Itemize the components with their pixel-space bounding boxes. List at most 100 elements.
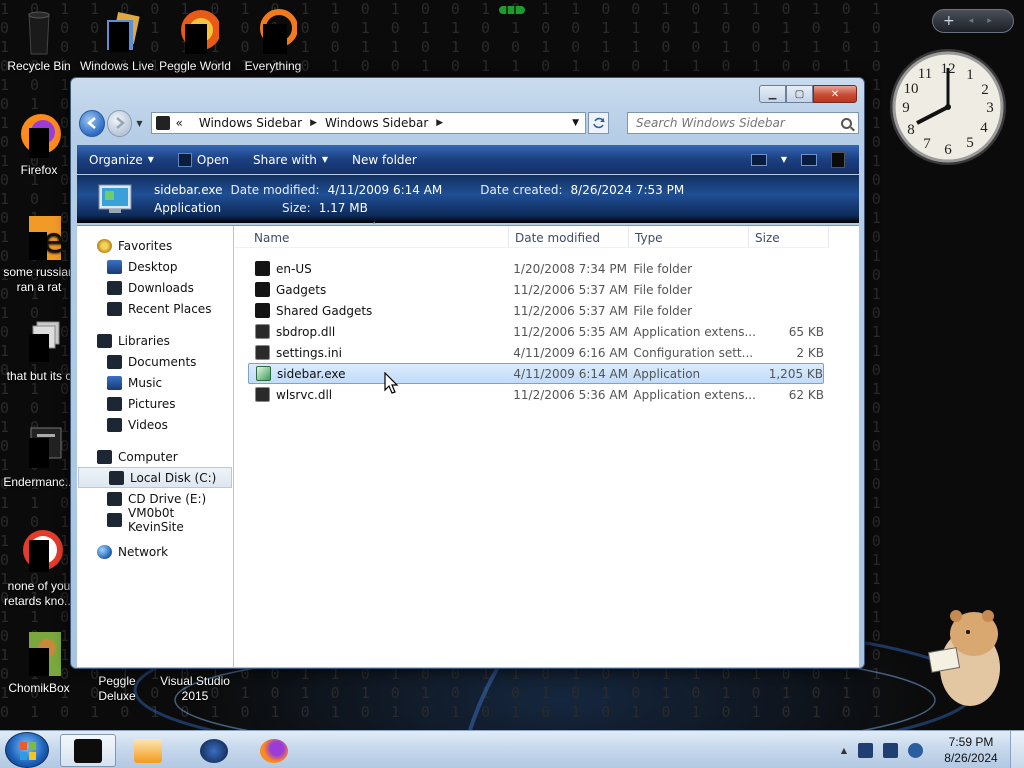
hamster-gadget [927, 610, 1000, 706]
desktop-icon-that-but-its[interactable]: that but its c [0, 318, 78, 384]
nav-music[interactable]: Music [77, 372, 233, 393]
nav-network[interactable]: Network [77, 541, 233, 562]
breadcrumb-separator-icon[interactable]: ▶ [436, 118, 443, 128]
firefox-icon [260, 738, 288, 763]
taskbar-media-player-button[interactable] [120, 734, 176, 767]
file-row[interactable]: wlsrvc.dll 11/2/2006 5:36 AM Application e… [248, 384, 824, 405]
column-name[interactable]: Name [235, 222, 509, 248]
file-row[interactable]: en-US 1/20/2008 7:34 PM File folder [248, 258, 824, 279]
add-gadget-button[interactable]: + [943, 13, 955, 29]
breadcrumb-item[interactable]: Windows Sidebar [191, 116, 310, 130]
peggle-world-icon [171, 8, 221, 56]
refresh-button[interactable] [588, 112, 610, 134]
desktop-icon-none-of-you[interactable]: none of you retards kno... [0, 528, 78, 609]
explorer-icon [74, 738, 102, 763]
forward-arrow-icon [115, 117, 125, 129]
desktop-icon-chomikbox[interactable]: ChomikBox [0, 630, 78, 696]
breadcrumb-overflow[interactable]: « [174, 116, 191, 130]
new-folder-button[interactable]: New folder [340, 145, 429, 174]
file-row[interactable]: sbdrop.dll 11/2/2006 5:35 AM Application e… [248, 321, 824, 342]
file-row[interactable]: Gadgets 11/2/2006 5:37 AM File folder [248, 279, 824, 300]
help-icon[interactable] [831, 151, 845, 168]
preview-pane-icon[interactable] [801, 153, 817, 166]
desktop-icon-windows-live[interactable]: Windows Live [78, 8, 156, 74]
nav-pictures[interactable]: Pictures [77, 393, 233, 414]
nav-computer[interactable]: Computer [77, 446, 233, 467]
address-dropdown-icon[interactable]: ▼ [572, 118, 579, 128]
breadcrumb-separator-icon[interactable]: ▶ [310, 118, 317, 128]
network-tray-icon[interactable] [883, 742, 898, 758]
gadget-next-button[interactable]: ▸ [987, 16, 992, 26]
svg-text:9: 9 [902, 100, 910, 116]
taskbar-app-button[interactable] [186, 734, 242, 767]
nav-documents[interactable]: Documents [77, 351, 233, 372]
show-hidden-icons-button[interactable]: ▲ [841, 746, 847, 755]
nav-network-share[interactable]: VM0b0t KevinSite [77, 506, 233, 534]
nav-desktop[interactable]: Desktop [77, 256, 233, 277]
desktop-icon-endermanch[interactable]: Endermanc... [0, 424, 78, 490]
search-icon[interactable] [841, 117, 853, 129]
desktop-icon-firefox[interactable]: Firefox [0, 112, 78, 178]
nav-downloads[interactable]: Downloads [77, 277, 233, 298]
svg-text:5: 5 [966, 135, 974, 151]
svg-text:2: 2 [981, 82, 989, 98]
address-bar[interactable]: « Windows Sidebar ▶ Windows Sidebar ▶ ▼ [150, 112, 587, 134]
gadget-prev-button[interactable]: ◂ [969, 16, 974, 26]
navigation-pane: Favorites Desktop Downloads Recent Place… [77, 226, 234, 667]
file-row-selected[interactable]: sidebar.exe 4/11/2009 6:14 AM Application 1… [248, 363, 824, 384]
desktop-icon-recycle-bin[interactable]: Recycle Bin [0, 8, 78, 74]
forward-button[interactable] [106, 109, 133, 137]
firefox-icon [15, 112, 63, 160]
share-with-button[interactable]: Share with ▼ [241, 145, 340, 174]
organize-label: Organize [89, 152, 143, 167]
nav-local-disk[interactable]: Local Disk (C:) [78, 467, 232, 488]
command-bar: Organize ▼ Open Share with ▼ New folder … [77, 145, 859, 174]
search-input[interactable] [636, 116, 842, 130]
nav-favorites[interactable]: Favorites [77, 235, 233, 256]
taskbar-firefox-button[interactable] [246, 734, 302, 767]
show-desktop-button[interactable] [1010, 731, 1024, 768]
column-date-modified[interactable]: Date modified [509, 226, 629, 248]
desktop-icon-everything[interactable]: Everything [234, 8, 312, 74]
everything-icon [249, 8, 298, 56]
taskbar-explorer-button[interactable] [60, 734, 116, 767]
start-button[interactable] [5, 732, 49, 768]
volume-icon[interactable] [908, 742, 923, 758]
file-row[interactable]: Shared Gadgets 11/2/2006 5:37 AM File fold… [248, 300, 824, 321]
content-area: Favorites Desktop Downloads Recent Place… [77, 222, 859, 667]
change-view-icon[interactable] [750, 153, 767, 166]
svg-text:1: 1 [966, 67, 974, 83]
nav-libraries[interactable]: Libraries [77, 330, 233, 351]
details-type: Application [154, 201, 222, 215]
open-button[interactable]: Open [166, 145, 241, 174]
nav-videos[interactable]: Videos [77, 414, 233, 435]
maximize-button[interactable]: ▢ [786, 85, 813, 103]
red-circle-icon [15, 528, 63, 576]
close-button[interactable]: ✕ [813, 85, 857, 103]
search-box[interactable] [627, 112, 860, 134]
organize-button[interactable]: Organize ▼ [77, 145, 166, 174]
back-button[interactable] [79, 109, 105, 137]
minimize-button[interactable]: ▁ [759, 85, 786, 103]
chomikbox-icon [15, 630, 63, 678]
new-folder-label: New folder [352, 152, 417, 167]
tray-app-icon[interactable] [858, 742, 873, 758]
column-type[interactable]: Type [629, 226, 749, 248]
desktop-icon-visual-studio[interactable]: Visual Studio 2015 [156, 674, 234, 704]
windows-live-icon [93, 8, 141, 56]
music-icon [107, 375, 122, 390]
breadcrumb-item[interactable]: Windows Sidebar [317, 116, 436, 130]
nav-recent-places[interactable]: Recent Places [77, 298, 233, 319]
recent-pages-dropdown[interactable]: ▼ [136, 119, 142, 128]
desktop-icon-peggle-deluxe[interactable]: Peggle Deluxe [78, 674, 156, 704]
folder-icon [255, 303, 270, 318]
desktop-icon-peggle-world[interactable]: Peggle World [156, 8, 234, 74]
file-row[interactable]: settings.ini 4/11/2009 6:16 AM Configurati… [248, 342, 824, 363]
clock-gadget[interactable]: 1212 345 678 91011 [887, 46, 1009, 168]
open-icon [177, 152, 192, 167]
desktop-icon-russian-rat[interactable]: e some russian ran a rat [0, 214, 78, 295]
view-dropdown-icon[interactable]: ▼ [781, 155, 787, 164]
svg-text:11: 11 [918, 66, 932, 82]
taskbar-clock[interactable]: 7:59 PM 8/26/2024 [932, 734, 1010, 766]
column-size[interactable]: Size [749, 226, 829, 248]
